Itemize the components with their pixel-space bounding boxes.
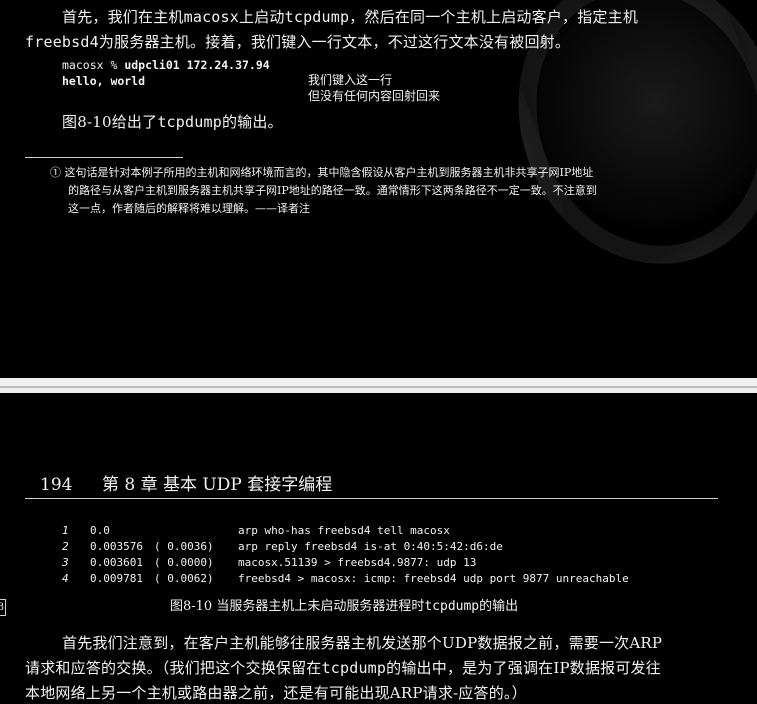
footnote-divider (25, 157, 183, 158)
intro-text: 为服务器主机。接着，我们键入一行文本，不过这行文本没有被回射。 (98, 33, 571, 51)
row-message: arp who-has freebsd4 tell macosx (238, 524, 450, 537)
footnote-line-1: ① 这句话是针对本例子所用的主机和网络环境而言的，其中隐含假设从客户主机到服务器… (50, 166, 594, 179)
intro-text: ，然后在同一个主机上启动客户，指定主机 (349, 8, 639, 26)
code-input-line: hello, world (62, 73, 145, 89)
tool-name: tcpdump (157, 113, 222, 131)
intro-line-2: freebsd4为服务器主机。接着，我们键入一行文本，不过这行文本没有被回射。 (25, 30, 570, 55)
row-time: 0.003576 (90, 540, 143, 553)
fig-ref-text: 图8-10给出了 (62, 113, 158, 131)
header-rule (25, 498, 718, 499)
row-index: 4 (62, 572, 69, 585)
typed-input: hello, world (62, 74, 146, 88)
body-text: 的输出中，是为了强调在IP数据报可发往 (386, 659, 661, 677)
row-message: freebsd4 > macosx: icmp: freebsd4 udp po… (238, 572, 629, 585)
intro-text: 上启动 (239, 8, 285, 26)
body-line-1: 首先我们注意到，在客户主机能够往服务器主机发送那个UDP数据报之前，需要一次AR… (62, 634, 663, 652)
body-text: 请求和应答的交换。（我们把这个交换保留在 (25, 659, 322, 677)
row-message: macosx.51139 > freebsd4.9877: udp 13 (238, 556, 477, 569)
row-time: 0.003601 (90, 556, 143, 569)
row-index: 1 (62, 524, 69, 537)
shell-command: udpcli01 172.24.37.94 (124, 58, 270, 72)
footnote-line-2: 的路径与从客户主机到服务器主机共享子网IP地址的路径一致。通常情形下这两条路径不… (68, 184, 597, 197)
caption-text: 图8-10 当服务器主机上未启动服务器进程时 (170, 599, 425, 614)
intro-line-1: 首先，我们在主机macosx上启动tcpdump，然后在同一个主机上启动客户，指… (62, 5, 638, 30)
code-command-line: macosx % udpcli01 172.24.37.94 (62, 57, 270, 73)
figure-reference: 图8-10给出了tcpdump的输出。 (62, 110, 283, 135)
body-line-3: 本地网络上另一个主机或路由器之前，还是有可能出现ARP请求-应答的。） (25, 684, 527, 702)
row-message: arp reply freebsd4 is-at 0:40:5:42:d6:de (238, 540, 503, 553)
host-name: macosx (183, 8, 239, 26)
running-header: 194 第 8 章 基本 UDP 套接字编程 (40, 475, 332, 495)
intro-text: 首先，我们在主机 (62, 8, 184, 26)
row-delta: ( 0.0000) (154, 556, 214, 569)
page-number: 194 (40, 475, 73, 495)
page-bottom: 194 第 8 章 基本 UDP 套接字编程 1 0.0 arp who-has fr… (0, 393, 757, 704)
row-index: 2 (62, 540, 69, 553)
row-delta: ( 0.0062) (154, 572, 214, 585)
fig-ref-text: 的输出。 (221, 113, 283, 131)
row-delta: ( 0.0036) (154, 540, 214, 553)
tool-name: tcpdump (284, 8, 350, 26)
chapter-title: 第 8 章 基本 UDP 套接字编程 (102, 475, 333, 495)
page-top: 首先，我们在主机macosx上启动tcpdump，然后在同一个主机上启动客户，指… (0, 0, 757, 378)
row-time: 0.0 (90, 524, 110, 537)
edge-marker: 8 (0, 599, 6, 616)
page-break-rule (0, 386, 757, 388)
caption-text: 的输出 (479, 599, 519, 614)
figure-caption: 图8-10 当服务器主机上未启动服务器进程时tcpdump的输出 (170, 598, 518, 616)
footnote-line-3: 这一点，作者随后的解释将难以理解。——译者注 (68, 202, 310, 215)
row-index: 3 (62, 556, 69, 569)
body-line-2: 请求和应答的交换。（我们把这个交换保留在tcpdump的输出中，是为了强调在IP… (25, 656, 661, 681)
tool-name: tcpdump (424, 599, 480, 614)
margin-note-2: 但没有任何内容回射回来 (308, 89, 441, 103)
margin-note-1: 我们键入这一行 (308, 73, 393, 87)
shell-prompt: macosx % (62, 58, 125, 72)
host-name: freebsd4 (25, 33, 99, 51)
tool-name: tcpdump (321, 659, 387, 677)
row-time: 0.009781 (90, 572, 143, 585)
